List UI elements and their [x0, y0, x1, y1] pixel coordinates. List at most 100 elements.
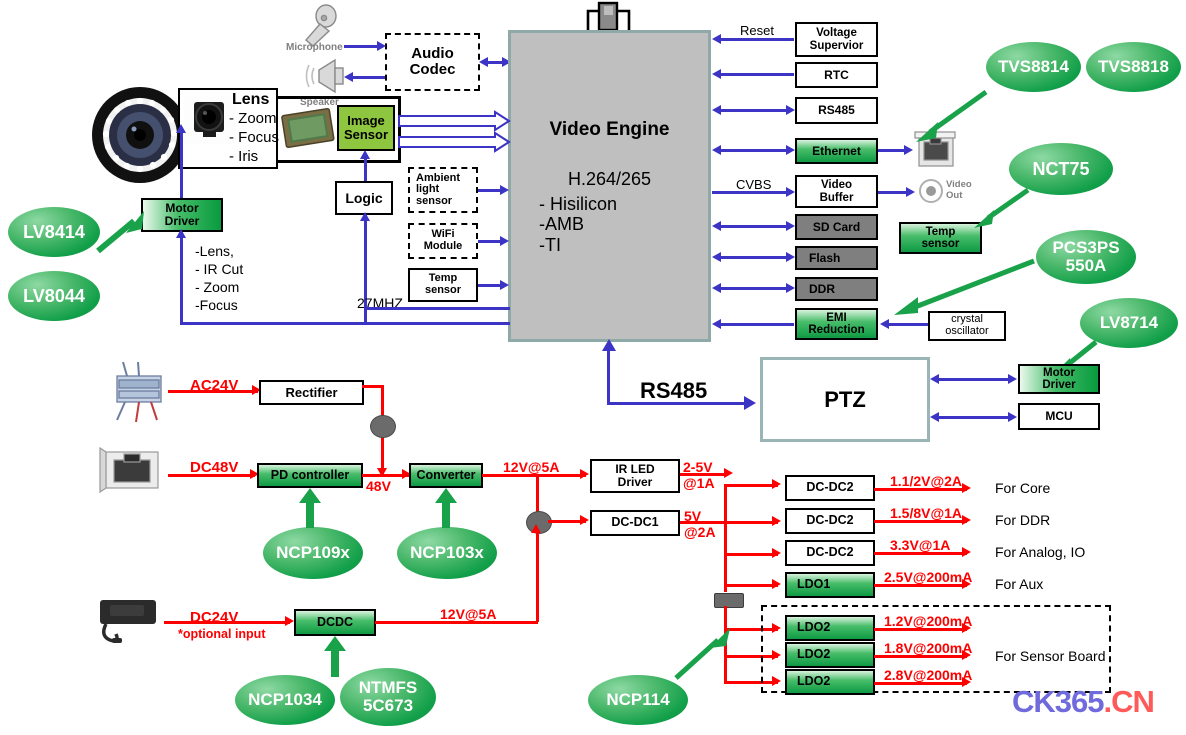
ptz-block[interactable]: PTZ — [760, 357, 930, 442]
ncp114-callout-arrow — [674, 628, 730, 680]
rail-block-dcdc2-ddr[interactable]: DC-DC2 — [785, 508, 875, 534]
temp-to-engine-arrow — [500, 280, 509, 290]
dcdc-block[interactable]: DCDC — [294, 609, 376, 636]
tvs-callout-arrow — [916, 89, 988, 142]
video-engine-block[interactable]: Video Engine H.264/265 - Hisilicon -AMB … — [508, 30, 711, 342]
rail-block-ldo2-a[interactable]: LDO2 — [785, 615, 875, 641]
rail-block-ldo2-b[interactable]: LDO2 — [785, 642, 875, 668]
rail-block-dcdc2-analog[interactable]: DC-DC2 — [785, 540, 875, 566]
ncp103x-arrow — [435, 488, 457, 503]
ptz-to-mcu-arrow-right — [1008, 412, 1017, 422]
ambient-light-sensor-block[interactable]: Ambient light sensor — [408, 167, 478, 213]
rs485-riser-arrow — [602, 339, 616, 351]
lv-callout-arrow — [96, 211, 144, 254]
dc24-note: *optional input — [178, 627, 266, 641]
watermark-part1: CK365 — [1012, 684, 1104, 719]
callout-pcs3ps550a[interactable]: PCS3PS 550A — [1036, 230, 1136, 284]
logic-to-sensor-arrow — [360, 150, 370, 159]
rail-12v-line — [482, 474, 586, 477]
nct75-callout-arrow — [974, 187, 1030, 228]
callout-ncp109x[interactable]: NCP109x — [263, 527, 363, 579]
callout-ncp103x[interactable]: NCP103x — [397, 527, 497, 579]
peripheral-video-buffer[interactable]: Video Buffer — [795, 175, 878, 208]
rail-5v-d — [724, 584, 778, 587]
image-sensor-block[interactable]: Image Sensor — [337, 105, 395, 151]
rail-out-sensor-2v8: 2.8V@200mA — [884, 667, 973, 683]
xtal-to-emi-line — [888, 323, 928, 326]
dcdc-out-label: 12V@5A — [440, 606, 497, 622]
sensor-to-engine-bus-2 — [398, 131, 511, 153]
lens-feature-zoom: - Zoom — [229, 110, 277, 127]
ccd-chip-icon — [281, 107, 335, 149]
vbuf-to-out-arrow — [906, 187, 915, 197]
dc24-line — [164, 621, 290, 624]
ldo1-in-arrow — [772, 579, 781, 589]
callout-ncp1034[interactable]: NCP1034 — [235, 675, 335, 725]
ir-led-ring-icon — [92, 87, 188, 183]
ptz-to-mcu-arrow-left — [930, 412, 939, 422]
rail-block-dcdc2-core[interactable]: DC-DC2 — [785, 475, 875, 501]
rail-block-ldo2-c[interactable]: LDO2 — [785, 669, 875, 695]
rail-5v-line — [680, 521, 726, 524]
cvbs-arrow — [786, 187, 795, 197]
rtc-line — [720, 73, 794, 76]
rail-out-sensor-1v8: 1.8V@200mA — [884, 640, 973, 656]
callout-lv8044[interactable]: LV8044 — [8, 271, 100, 321]
sensor-housing-top — [276, 96, 401, 99]
ddr-line — [720, 287, 788, 290]
pd-controller-block[interactable]: PD controller — [257, 463, 363, 488]
ac-adapter-icon — [100, 600, 156, 643]
emi-line — [720, 323, 794, 326]
rail-block-ldo1-aux[interactable]: LDO1 — [785, 572, 875, 598]
ptz-mcu-block[interactable]: MCU — [1018, 403, 1100, 430]
ir-led-out-line — [680, 473, 728, 476]
rail-use-sensor-board: For Sensor Board — [995, 648, 1106, 664]
dcdc1-block[interactable]: DC-DC1 — [590, 510, 680, 536]
lens-title: Lens — [232, 91, 270, 108]
motor-fn-lens: -Lens, — [195, 243, 234, 259]
peripheral-voltage-supervisor[interactable]: Voltage Supervior — [795, 22, 878, 57]
converter-block[interactable]: Converter — [409, 463, 483, 488]
callout-tvs8818[interactable]: TVS8818 — [1086, 42, 1181, 92]
dcdc-callout-arrow — [324, 636, 346, 651]
callout-tvs8814[interactable]: TVS8814 — [986, 42, 1081, 92]
rail-use-core: For Core — [995, 480, 1051, 496]
vbuf-to-out-line — [878, 191, 908, 194]
rail-5v-c — [724, 553, 778, 556]
ir-led-driver-block[interactable]: IR LED Driver — [590, 459, 680, 493]
logic-block[interactable]: Logic — [335, 181, 393, 215]
watermark: CK365.CN — [1012, 684, 1155, 720]
rs485-bus-label: RS485 — [640, 378, 708, 403]
watermark-dot: . — [1103, 684, 1113, 719]
motor-to-lens-line-2 — [180, 133, 183, 173]
board-temp-sensor-block[interactable]: Temp sensor — [408, 268, 478, 302]
rail-line-sensor-1v8 — [874, 655, 967, 658]
block-diagram-canvas: Microphone Speaker Audio Codec Video Eng… — [0, 0, 1186, 735]
motor-return-bus — [180, 322, 510, 325]
audio-codec-block[interactable]: Audio Codec — [385, 33, 480, 91]
lens-motor-driver-block[interactable]: Motor Driver — [141, 198, 223, 232]
peripheral-ddr[interactable]: DDR — [795, 277, 878, 301]
dc48-input-line — [168, 474, 255, 477]
power-node-dot-1 — [370, 415, 396, 438]
wifi-module-block[interactable]: WiFi Module — [408, 223, 478, 259]
peripheral-sd-card[interactable]: SD Card — [795, 214, 878, 240]
peripheral-rtc[interactable]: RTC — [795, 62, 878, 88]
callout-ntmfs5c673[interactable]: NTMFS 5C673 — [340, 668, 436, 726]
peripheral-emi-reduction[interactable]: EMI Reduction — [795, 308, 878, 340]
peripheral-flash[interactable]: Flash — [795, 246, 878, 270]
wifi-to-engine-arrow — [500, 236, 509, 246]
dcdc-riser-arrow — [531, 524, 541, 533]
rail-arrow-ddr — [962, 515, 971, 525]
transformer-icon — [116, 361, 162, 423]
rail-line-aux — [874, 584, 967, 587]
ptz-to-motor-line — [938, 378, 1010, 381]
peripheral-ethernet[interactable]: Ethernet — [795, 138, 878, 164]
vendor-hisilicon: - Hisilicon — [539, 193, 618, 214]
peripheral-rs485[interactable]: RS485 — [795, 97, 878, 124]
codec-to-speaker-arrow — [344, 72, 353, 82]
lens-feature-focus: - Focus — [229, 129, 280, 146]
rectifier-block[interactable]: Rectifier — [259, 380, 364, 405]
callout-lv8414[interactable]: LV8414 — [8, 207, 100, 257]
ptz-motor-driver-block[interactable]: Motor Driver — [1018, 364, 1100, 394]
